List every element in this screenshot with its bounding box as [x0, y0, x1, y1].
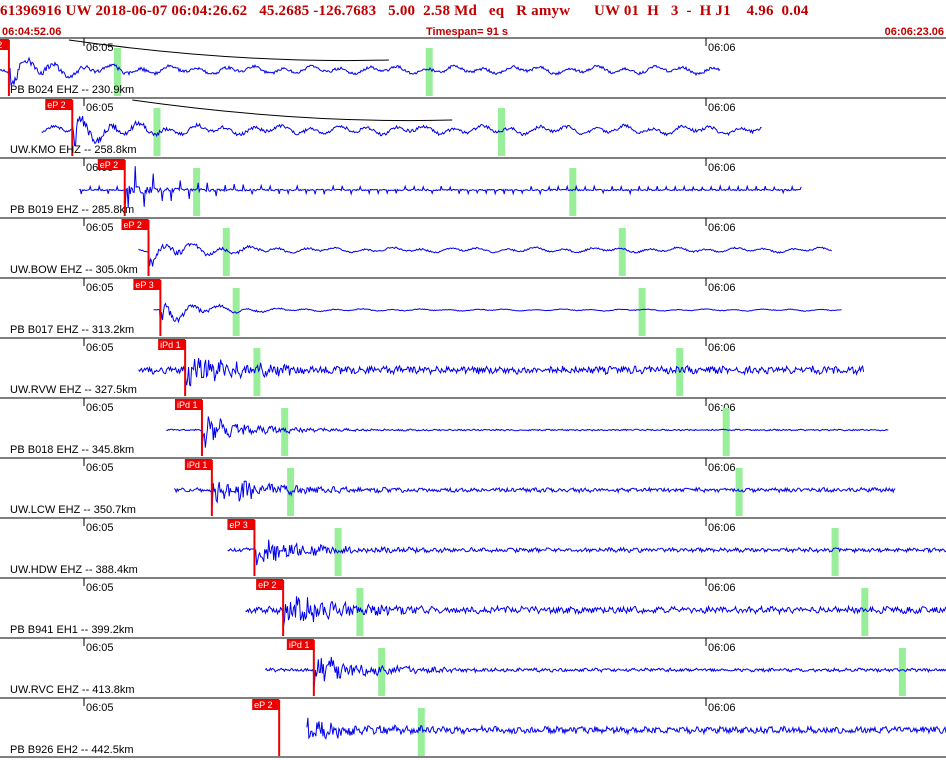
waveform-trace[interactable]: [264, 656, 946, 687]
minute-tick-label: 06:05: [86, 402, 114, 414]
arrival-marker: [831, 528, 839, 576]
minute-tick-label: 06:05: [86, 222, 114, 234]
seismogram-panel[interactable]: 06:05 06:06 eP 2 PB B024 EHZ -- 230.9km 06:0…: [0, 0, 946, 760]
minute-tick-label: 06:06: [708, 342, 736, 354]
minute-tick-label: 06:06: [708, 642, 736, 654]
minute-tick-label: 06:06: [708, 162, 736, 174]
station-label: UW.KMO EHZ -- 258.8km: [10, 144, 137, 156]
station-label: UW.RVC EHZ -- 413.8km: [10, 684, 135, 696]
arrival-marker: [569, 168, 577, 216]
station-label: UW.HDW EHZ -- 388.4km: [10, 564, 138, 576]
waveform-trace[interactable]: [306, 717, 946, 740]
arrival-marker: [618, 228, 626, 276]
waveform-trace[interactable]: [138, 358, 865, 387]
waveform-trace[interactable]: [153, 302, 842, 327]
pick-label: iPd 1: [289, 640, 310, 650]
pick-label: iPd 1: [160, 340, 181, 350]
theoretical-curve: [132, 99, 453, 122]
pick-label: iPd 1: [177, 400, 198, 410]
minute-tick-label: 06:06: [708, 42, 736, 54]
minute-tick-label: 06:06: [708, 222, 736, 234]
station-label: PB B926 EH2 -- 442.5km: [10, 744, 134, 756]
minute-tick-label: 06:06: [708, 402, 736, 414]
waveform-trace[interactable]: [245, 596, 946, 627]
pick-label: iPd 1: [187, 460, 208, 470]
arrival-marker: [638, 288, 646, 336]
minute-tick-label: 06:06: [708, 282, 736, 294]
arrival-marker: [735, 468, 743, 516]
minute-tick-label: 06:05: [86, 342, 114, 354]
waveform-trace[interactable]: [166, 416, 889, 448]
station-label: PB B941 EH1 -- 399.2km: [10, 624, 134, 636]
arrival-marker: [898, 648, 906, 696]
station-label: UW.BOW EHZ -- 305.0km: [10, 264, 138, 276]
minute-tick-label: 06:05: [86, 102, 114, 114]
pick-label: eP 2: [124, 220, 142, 230]
station-label: PB B017 EHZ -- 313.2km: [10, 324, 134, 336]
station-label: UW.LCW EHZ -- 350.7km: [10, 504, 136, 516]
pick-label: eP 2: [258, 580, 276, 590]
waveform-trace[interactable]: [138, 242, 832, 267]
station-label: PB B019 EHZ -- 285.8km: [10, 204, 134, 216]
station-label: PB B024 EHZ -- 230.9km: [10, 84, 134, 96]
minute-tick-label: 06:06: [708, 102, 736, 114]
pick-label: eP 3: [229, 520, 247, 530]
pick-label: eP 2: [254, 700, 272, 710]
arrival-marker: [722, 408, 730, 456]
minute-tick-label: 06:05: [86, 702, 114, 714]
minute-tick-label: 06:06: [708, 522, 736, 534]
minute-tick-label: 06:05: [86, 642, 114, 654]
arrival-marker: [425, 48, 433, 96]
pick-label: eP 3: [135, 280, 153, 290]
station-label: PB B018 EHZ -- 345.8km: [10, 444, 134, 456]
arrival-marker: [417, 708, 425, 756]
waveform-trace[interactable]: [0, 56, 721, 86]
pick-label: eP 2: [47, 100, 65, 110]
waveform-trace[interactable]: [173, 480, 896, 507]
pick-label: eP 2: [0, 40, 2, 50]
pick-label: eP 2: [100, 160, 118, 170]
minute-tick-label: 06:06: [708, 462, 736, 474]
arrival-marker: [861, 588, 869, 636]
minute-tick-label: 06:06: [708, 582, 736, 594]
waveform-trace[interactable]: [79, 166, 802, 208]
station-label: UW.RVW EHZ -- 327.5km: [10, 384, 137, 396]
minute-tick-label: 06:05: [86, 462, 114, 474]
minute-tick-label: 06:05: [86, 522, 114, 534]
minute-tick-label: 06:05: [86, 282, 114, 294]
minute-tick-label: 06:06: [708, 702, 736, 714]
minute-tick-label: 06:05: [86, 582, 114, 594]
arrival-marker: [378, 648, 386, 696]
